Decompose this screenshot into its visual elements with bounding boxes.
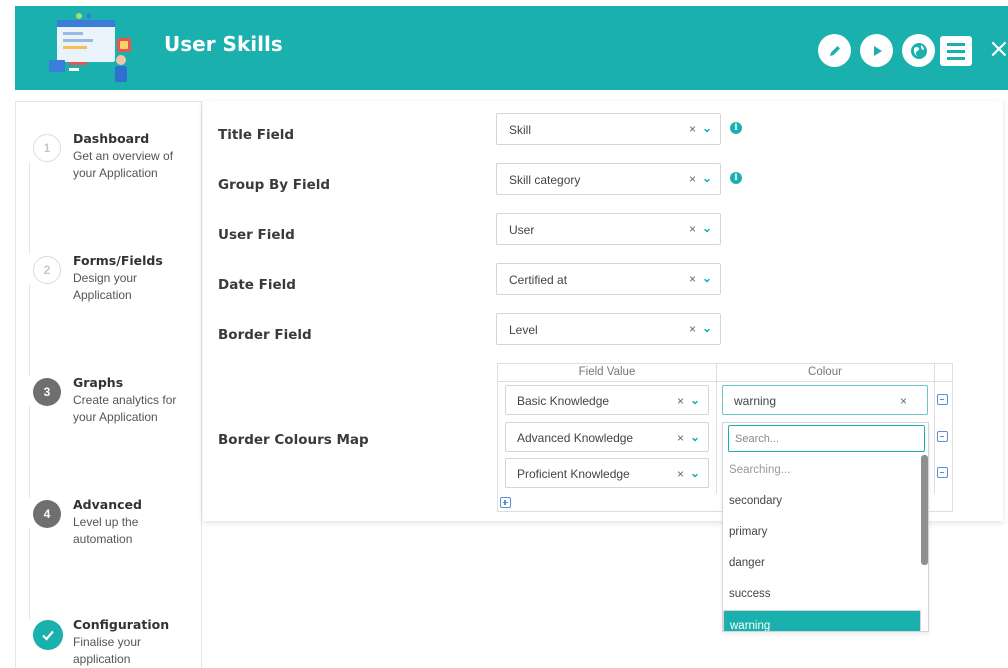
clear-icon[interactable]: ×: [689, 272, 696, 286]
chevron-down-icon[interactable]: ⌄: [702, 171, 712, 185]
step-title: Forms/Fields: [73, 253, 163, 268]
check-icon: [33, 620, 63, 650]
app-header: User Skills ×: [15, 6, 1008, 90]
page-title: User Skills: [164, 32, 283, 56]
table-divider: [934, 364, 935, 494]
border-field-select[interactable]: Level × ⌄: [496, 313, 721, 345]
column-header: Field Value: [578, 366, 636, 378]
globe-icon: [910, 42, 927, 59]
step-connector: [29, 406, 30, 498]
dropdown-option[interactable]: secondary: [723, 486, 921, 517]
chevron-down-icon[interactable]: ⌄: [690, 466, 700, 480]
step-title: Graphs: [73, 375, 124, 390]
select-value: User: [509, 223, 535, 237]
step-number: 2: [33, 256, 61, 284]
select-value: Proficient Knowledge: [517, 467, 630, 481]
clear-icon[interactable]: ×: [900, 394, 907, 408]
clear-icon[interactable]: ×: [677, 394, 684, 408]
chevron-down-icon[interactable]: ⌄: [690, 430, 700, 444]
dropdown-option-selected[interactable]: warning: [723, 610, 921, 631]
colour-select[interactable]: warning ×: [722, 385, 928, 415]
step-connector: [29, 528, 30, 620]
step-title: Configuration: [73, 617, 170, 632]
step-description: Design your Application: [73, 271, 138, 302]
title-field-select[interactable]: Skill × ⌄: [496, 113, 721, 145]
wizard-sidebar: 1 Dashboard Get an overview of your Appl…: [15, 101, 202, 668]
chevron-down-icon[interactable]: ⌄: [702, 221, 712, 235]
column-header: Colour: [808, 366, 842, 378]
run-button[interactable]: [860, 34, 893, 67]
search-placeholder: Search...: [735, 433, 780, 445]
dropdown-scrollbar[interactable]: [921, 455, 928, 565]
chevron-down-icon[interactable]: ⌄: [702, 321, 712, 335]
step-description: Level up the automation: [73, 515, 139, 546]
step-number: 1: [33, 134, 61, 162]
select-value: Certified at: [509, 273, 568, 287]
select-value: Advanced Knowledge: [517, 431, 634, 445]
user-field-select[interactable]: User × ⌄: [496, 213, 721, 245]
table-divider: [498, 381, 952, 382]
step-title: Dashboard: [73, 131, 150, 146]
select-value: Skill category: [509, 173, 581, 187]
menu-icon: [947, 42, 965, 46]
dropdown-status: Searching...: [729, 464, 791, 476]
play-icon: [873, 45, 882, 56]
info-icon[interactable]: i: [730, 122, 742, 134]
clear-icon[interactable]: ×: [689, 222, 696, 236]
clear-icon[interactable]: ×: [689, 172, 696, 186]
menu-button[interactable]: [940, 36, 972, 66]
select-value: Skill: [509, 123, 532, 137]
step-description: Create analytics for your Application: [73, 393, 177, 424]
dropdown-option[interactable]: danger: [723, 548, 921, 579]
search-input[interactable]: Search...: [728, 425, 925, 452]
dropdown-option[interactable]: success: [723, 579, 921, 610]
clear-icon[interactable]: ×: [677, 467, 684, 481]
field-value-select[interactable]: Advanced Knowledge × ⌄: [505, 422, 709, 452]
info-icon[interactable]: i: [730, 172, 742, 184]
select-value: warning: [734, 394, 777, 408]
clear-icon[interactable]: ×: [677, 431, 684, 445]
step-connector: [29, 162, 30, 254]
remove-row-icon[interactable]: [937, 394, 948, 405]
chevron-down-icon[interactable]: ⌄: [690, 393, 700, 407]
select-value: Basic Knowledge: [517, 394, 610, 408]
group-by-field-label: Group By Field: [218, 177, 331, 193]
app-logo: [49, 13, 131, 82]
table-divider: [716, 364, 717, 494]
close-icon[interactable]: ×: [988, 36, 1008, 62]
publish-button[interactable]: [902, 34, 935, 67]
add-row-icon[interactable]: [500, 497, 511, 508]
clear-icon[interactable]: ×: [689, 122, 696, 136]
edit-button[interactable]: [818, 34, 851, 67]
remove-row-icon[interactable]: [937, 431, 948, 442]
date-field-select[interactable]: Certified at × ⌄: [496, 263, 721, 295]
remove-row-icon[interactable]: [937, 467, 948, 478]
user-field-label: User Field: [218, 227, 295, 243]
chevron-down-icon[interactable]: ⌄: [702, 121, 712, 135]
clear-icon[interactable]: ×: [689, 322, 696, 336]
date-field-label: Date Field: [218, 277, 296, 293]
select-value: Level: [509, 323, 538, 337]
step-description: Finalise your application: [73, 635, 142, 666]
chevron-down-icon[interactable]: ⌄: [702, 271, 712, 285]
step-number: 3: [33, 378, 61, 406]
dropdown-option[interactable]: primary: [723, 517, 921, 548]
step-description: Get an overview of your Application: [73, 149, 174, 180]
step-title: Advanced: [73, 497, 142, 512]
step-number: 4: [33, 500, 61, 528]
pencil-icon: [829, 45, 840, 56]
field-value-select[interactable]: Proficient Knowledge × ⌄: [505, 458, 709, 488]
group-by-field-select[interactable]: Skill category × ⌄: [496, 163, 721, 195]
field-value-select[interactable]: Basic Knowledge × ⌄: [505, 385, 709, 415]
colour-dropdown: Search... Searching... secondary primary…: [722, 422, 929, 632]
border-field-label: Border Field: [218, 327, 312, 343]
border-colours-map-label: Border Colours Map: [218, 432, 369, 448]
step-connector: [29, 284, 30, 376]
title-field-label: Title Field: [218, 127, 295, 143]
